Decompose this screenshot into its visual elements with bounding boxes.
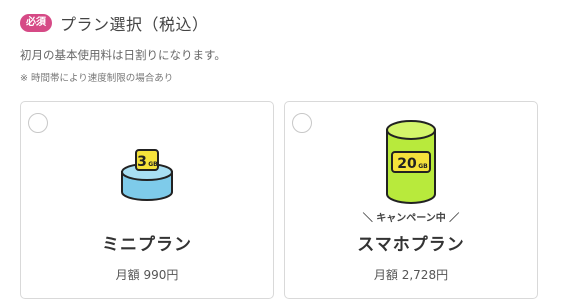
campaign-label: ＼ キャンペーン中 ／	[362, 213, 460, 224]
plan-name-sumaho: スマホプラン	[357, 235, 465, 255]
plan-card-sumaho[interactable]: 20 GB ＼ キャンペーン中 ／ スマホプラン 月額 2,728円	[284, 101, 538, 299]
plan-price-mini: 月額 990円	[115, 268, 179, 282]
section-title: プラン選択（税込）	[60, 15, 209, 34]
plan-name-mini: ミニプラン	[102, 235, 192, 255]
plan-radio-sumaho[interactable]	[292, 113, 312, 133]
mini-data-value: 3	[137, 154, 147, 170]
required-badge: 必須	[20, 14, 52, 32]
small-data-cylinder-icon: 3 GB	[121, 149, 173, 201]
plan-price-sumaho: 月額 2,728円	[373, 268, 449, 282]
large-data-cylinder-icon: 20 GB	[386, 120, 436, 204]
billing-description: 初月の基本使用料は日割りになります。	[20, 48, 226, 62]
sumaho-data-unit: GB	[418, 163, 428, 170]
plan-radio-mini[interactable]	[28, 113, 48, 133]
sumaho-data-value: 20	[397, 156, 417, 172]
speed-limit-note: ※ 時間帯により速度制限の場合あり	[20, 73, 174, 84]
mini-data-unit: GB	[148, 161, 158, 168]
section-header: 必須 プラン選択（税込）	[20, 12, 209, 34]
plan-card-mini[interactable]: 3 GB ミニプラン 月額 990円	[20, 101, 274, 299]
